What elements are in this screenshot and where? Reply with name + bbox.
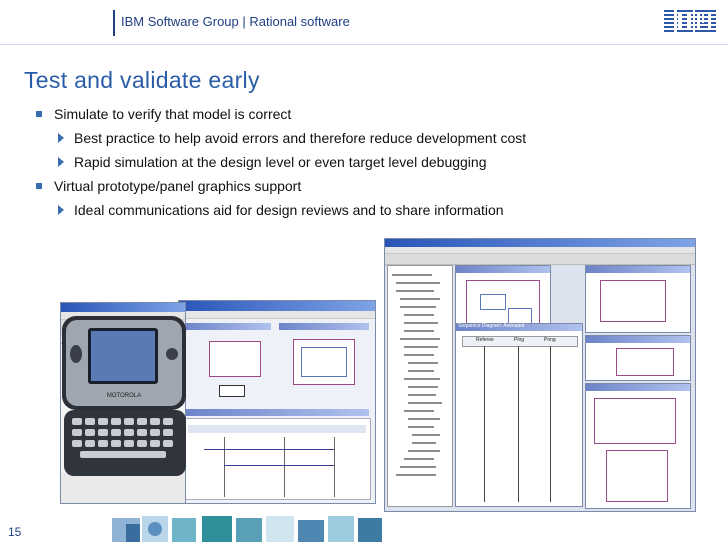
header-divider [0, 44, 728, 45]
sub-bullet-item: Best practice to help avoid errors and t… [34, 126, 694, 150]
ibm-logo [664, 9, 716, 33]
slide-header: IBM Software Group | Rational software [0, 0, 728, 45]
square-bullet-icon [36, 183, 42, 189]
bullet-text: Virtual prototype/panel graphics support [54, 178, 302, 194]
mobile-phone-image: MOTOROLA [62, 316, 186, 476]
collaboration-diagram-window [178, 300, 376, 504]
lifeline-label: Referee [476, 337, 494, 343]
header-group-text: IBM Software Group | Rational software [121, 14, 350, 29]
lifeline-label: Ping [514, 337, 525, 343]
header-separator [113, 10, 115, 36]
bullet-item: Virtual prototype/panel graphics support [34, 174, 694, 198]
footer-decoration-icon [112, 516, 382, 542]
bullet-text: Ideal communications aid for design revi… [74, 202, 504, 218]
phone-brand-label: MOTOROLA [107, 393, 141, 399]
sub-bullet-item: Rapid simulation at the design level or … [34, 150, 694, 174]
bullet-list: Simulate to verify that model is correct… [34, 102, 694, 222]
slide-title: Test and validate early [24, 67, 260, 93]
sequence-diagram: Sequence Diagram: Animated Referee Ping … [455, 323, 583, 507]
page-number: 15 [8, 525, 22, 539]
square-bullet-icon [36, 111, 42, 117]
rhapsody-ide-window: Sequence Diagram: Animated Referee Ping … [384, 238, 696, 512]
bullet-text: Best practice to help avoid errors and t… [74, 130, 527, 146]
bullet-text: Rapid simulation at the design level or … [74, 154, 487, 170]
bullet-text: Simulate to verify that model is correct [54, 106, 292, 122]
triangle-bullet-icon [58, 133, 64, 143]
sub-bullet-item: Ideal communications aid for design revi… [34, 198, 694, 222]
sequence-diagram-title: Sequence Diagram: Animated [458, 323, 525, 329]
bullet-item: Simulate to verify that model is correct [34, 102, 694, 126]
triangle-bullet-icon [58, 205, 64, 215]
lifeline-label: Pong [544, 337, 556, 343]
triangle-bullet-icon [58, 157, 64, 167]
